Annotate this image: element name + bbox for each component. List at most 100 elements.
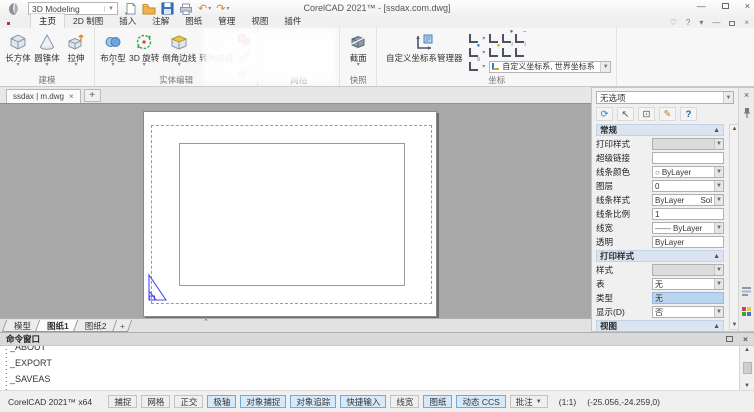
expand-arrow-icon[interactable]: ⌃	[203, 318, 209, 326]
help-icon[interactable]: ?	[680, 107, 697, 121]
line-color-combo[interactable]: ○ByLayer▼	[652, 166, 724, 178]
line-style-combo[interactable]: ByLayerSol▼	[652, 194, 724, 206]
mdi-close-button[interactable]: ×	[744, 19, 749, 27]
quick-select-icon[interactable]: ✎	[659, 107, 676, 121]
tab-annotate[interactable]: 注解	[144, 14, 177, 28]
display-combo[interactable]: 否▼	[652, 306, 724, 318]
tab-2d-drafting[interactable]: 2D 制图	[65, 14, 111, 28]
chevron-down-icon[interactable]: ▾	[482, 63, 485, 70]
toggle-dynamic-ccs[interactable]: 动态 CCS	[456, 395, 505, 408]
tab-sheet[interactable]: 图纸	[177, 14, 210, 28]
cone-button[interactable]: 圆锥体 ▾	[34, 29, 60, 68]
scroll-down-icon[interactable]: ▼	[744, 383, 750, 389]
mdi-minimize-button[interactable]: —	[712, 19, 720, 27]
chevron-down-icon[interactable]: ▾	[482, 35, 485, 42]
chevron-down-icon[interactable]: ▾	[45, 63, 48, 68]
minimize-button[interactable]: —	[697, 1, 706, 11]
ccs-x-axis-button[interactable]: ²	[502, 48, 511, 57]
toggle-lineweight[interactable]: 线宽	[390, 395, 419, 408]
palette-tab-icon[interactable]	[741, 286, 752, 299]
favorite-icon[interactable]: ♡	[670, 19, 677, 27]
mdi-restore-button[interactable]	[729, 21, 735, 26]
transparency-input[interactable]: ByLayer	[652, 236, 724, 248]
chevron-down-icon[interactable]: ▾	[178, 63, 181, 68]
extrude-button[interactable]: 拉伸 ▾	[63, 29, 89, 68]
toggle-snap[interactable]: 捕捉	[108, 395, 137, 408]
pointer-select-icon[interactable]: ↖	[617, 107, 634, 121]
tab-home[interactable]: 主页	[30, 13, 65, 28]
restore-button[interactable]	[722, 3, 729, 9]
rotate-3d-button[interactable]: 3D 旋转 ▾	[129, 29, 159, 68]
ccs-button[interactable]	[469, 34, 478, 43]
close-icon[interactable]: ×	[69, 93, 74, 101]
section-print-style[interactable]: 打印样式 ▲	[596, 250, 724, 262]
ccs-3point-button[interactable]: ●	[469, 48, 478, 57]
chevron-down-icon[interactable]: ▾	[357, 63, 360, 68]
ccs-previous-button[interactable]: –	[515, 34, 524, 43]
box-button[interactable]: 长方体 ▾	[5, 29, 31, 68]
scroll-down-icon[interactable]: ▼	[732, 322, 738, 328]
chevron-down-icon[interactable]: ▾	[111, 63, 114, 68]
line-scale-input[interactable]: 1	[652, 208, 724, 220]
ccs-named-button[interactable]: ≡	[469, 62, 478, 71]
print-button[interactable]	[179, 3, 193, 15]
tab-plugins[interactable]: 插件	[276, 14, 309, 28]
tab-insert[interactable]: 插入	[111, 14, 144, 28]
command-scrollbar[interactable]: ▲ ▼	[739, 346, 754, 390]
toggle-grid[interactable]: 网格	[141, 395, 170, 408]
tab-view[interactable]: 视图	[243, 14, 276, 28]
ccs-world-button[interactable]: ●	[502, 34, 511, 43]
toggle-ortho[interactable]: 正交	[174, 395, 203, 408]
close-button[interactable]: ×	[745, 1, 750, 11]
close-command-window-button[interactable]: ×	[743, 334, 748, 344]
ccs-origin-button[interactable]	[489, 34, 498, 43]
chevron-down-icon[interactable]: ▾	[699, 19, 703, 27]
command-prompt[interactable]: :	[5, 383, 739, 390]
help-icon[interactable]: ?	[686, 19, 690, 27]
new-document-tab-button[interactable]: +	[84, 89, 101, 102]
add-layout-button[interactable]: +	[112, 319, 132, 332]
color-palette-icon[interactable]	[741, 306, 752, 319]
layout-viewport[interactable]	[179, 143, 405, 286]
close-palette-button[interactable]: ×	[744, 91, 749, 100]
section-button[interactable]: 截面 ▾	[345, 29, 371, 68]
line-weight-combo[interactable]: ——ByLayer▼	[652, 222, 724, 234]
chevron-down-icon[interactable]: ▾	[143, 63, 146, 68]
tab-manage[interactable]: 管理	[210, 14, 243, 28]
section-view[interactable]: 视图 ▲	[596, 320, 724, 332]
toggle-esnap[interactable]: 对象捕捉	[240, 395, 286, 408]
scroll-up-icon[interactable]: ▲	[744, 347, 750, 353]
ccs-manager-button[interactable]: 自定义坐标系管理器	[382, 29, 466, 63]
toggle-polar[interactable]: 极轴	[207, 395, 236, 408]
scroll-up-icon[interactable]: ▲	[732, 126, 738, 132]
annotation-scale-label[interactable]: (1:1)	[559, 397, 576, 407]
chamfer-edge-button[interactable]: 倒角边线 ▾	[162, 29, 196, 68]
section-general[interactable]: 常规 ▲	[596, 124, 724, 136]
tab-sheet2[interactable]: 图纸2	[75, 319, 117, 332]
open-file-button[interactable]	[142, 3, 156, 15]
table-combo[interactable]: 无▼	[652, 278, 724, 290]
command-history[interactable]: : _ABOUT : : _EXPORT : : _SAVEAS :	[0, 346, 739, 390]
toggle-quick-input[interactable]: 快捷输入	[340, 395, 386, 408]
chevron-down-icon[interactable]: ▾	[74, 63, 77, 68]
toggle-etrack[interactable]: 对象追踪	[290, 395, 336, 408]
ccs-entity-button[interactable]: ●	[489, 48, 498, 57]
float-window-button[interactable]	[726, 336, 733, 342]
chevron-down-icon[interactable]: ▾	[16, 63, 19, 68]
box-select-icon[interactable]: ⊡	[638, 107, 655, 121]
toggle-sheet[interactable]: 图纸	[423, 395, 452, 408]
refresh-selection-icon[interactable]: ⟳	[596, 107, 613, 121]
boolean-button[interactable]: 布尔型 ▾	[100, 29, 126, 68]
selection-filter-combo[interactable]: 无选项 ▼	[596, 91, 734, 104]
drawing-canvas[interactable]	[0, 103, 591, 318]
ccs-y-axis-button[interactable]: ²	[515, 48, 524, 57]
chevron-down-icon[interactable]: ▾	[482, 49, 485, 56]
annotation-dropdown[interactable]: 批注▼	[510, 395, 548, 408]
scrollbar-thumb[interactable]	[743, 362, 752, 374]
layer-combo[interactable]: 0▼	[652, 180, 724, 192]
document-tab[interactable]: ssdax | m.dwg ×	[6, 89, 81, 103]
pin-icon[interactable]	[742, 107, 752, 121]
hyperlink-input[interactable]	[652, 152, 724, 164]
command-window-header[interactable]: 命令窗口 ×	[0, 332, 754, 346]
ccs-selector[interactable]: 自定义坐标系, 世界坐标系 ▼	[489, 61, 611, 73]
